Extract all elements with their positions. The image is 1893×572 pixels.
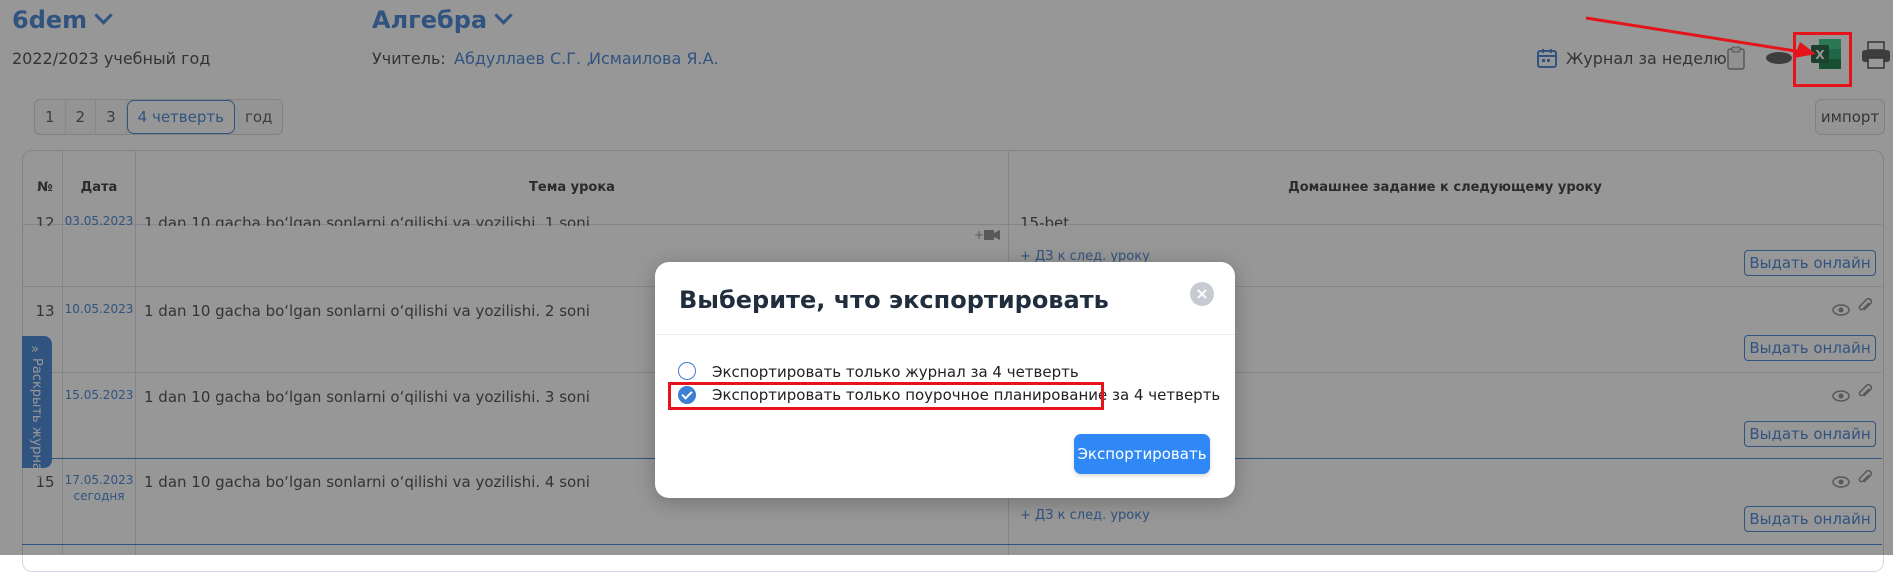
annotation-arrow-icon: [1585, 16, 1816, 58]
export-journal-label[interactable]: Экспортировать только журнал за 4 четвер…: [712, 363, 1079, 381]
export-button[interactable]: Экспортировать: [1074, 434, 1210, 474]
modal-title: Выберите, что экспортировать: [679, 286, 1109, 314]
modal-divider: [655, 334, 1235, 335]
annotation-box: [668, 382, 1104, 410]
close-icon[interactable]: ×: [1190, 282, 1214, 306]
export-modal: Выберите, что экспортировать × Экспортир…: [655, 262, 1235, 498]
export-journal-radio[interactable]: [678, 362, 696, 380]
